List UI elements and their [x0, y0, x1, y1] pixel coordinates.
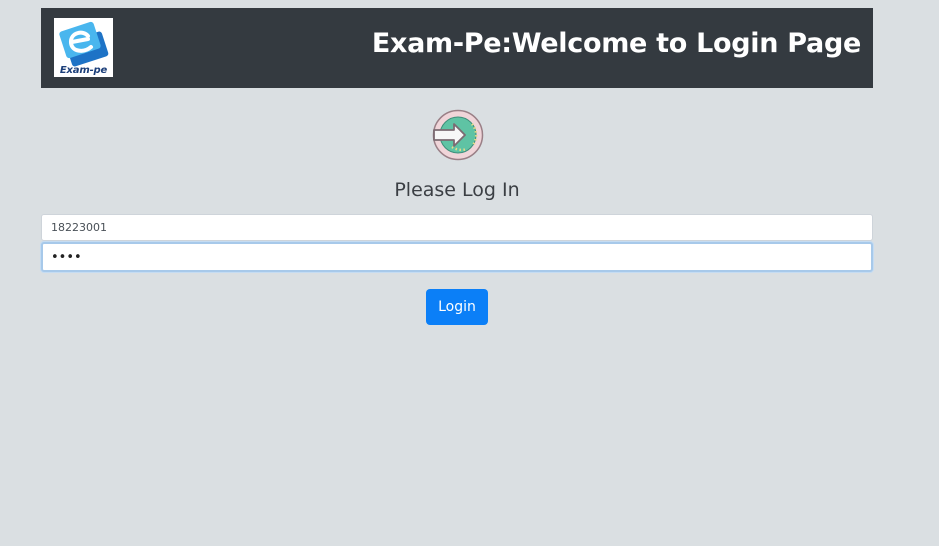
logo-text: Exam-pe — [59, 65, 108, 76]
exam-pe-logo: Exam-pe — [54, 18, 113, 77]
page-title: Exam-Pe:Welcome to Login Page — [371, 28, 861, 59]
username-input[interactable] — [41, 214, 873, 241]
login-button[interactable]: Login — [426, 289, 488, 325]
login-page: Exam-pe Exam-Pe:Welcome to Login Page Pl… — [0, 0, 939, 546]
header-bar: Exam-pe Exam-Pe:Welcome to Login Page — [41, 8, 873, 88]
password-input[interactable] — [41, 242, 873, 272]
please-log-in-heading: Please Log In — [394, 179, 520, 201]
login-arrow-icon — [432, 109, 484, 161]
